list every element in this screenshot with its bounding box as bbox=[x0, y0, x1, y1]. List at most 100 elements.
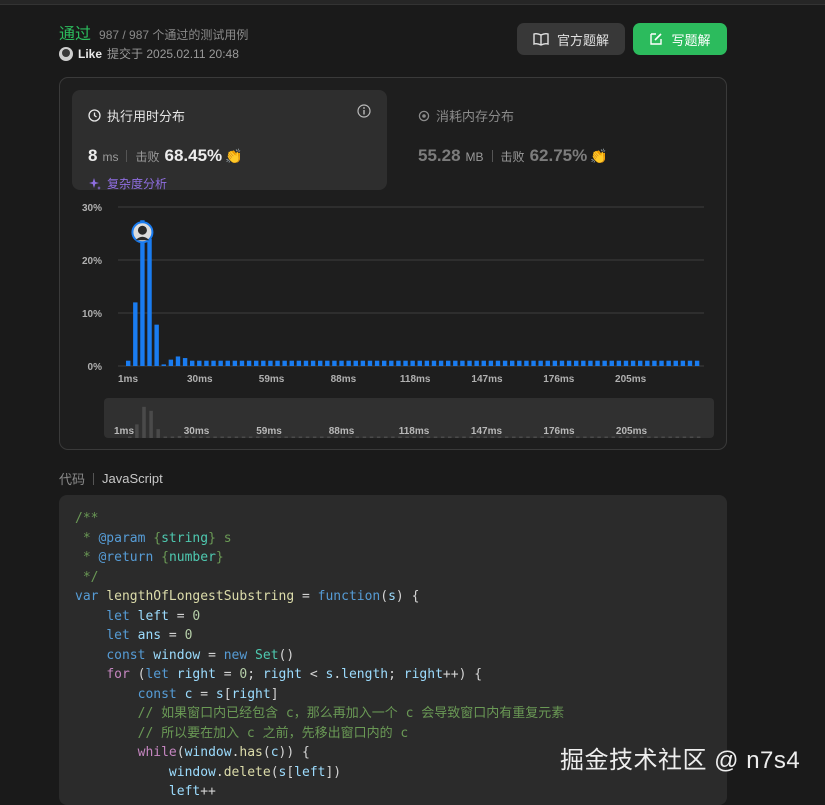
chart-bar bbox=[367, 360, 373, 366]
avatar[interactable] bbox=[59, 46, 73, 61]
chart-bar bbox=[481, 360, 486, 366]
overview-bar bbox=[391, 436, 395, 438]
language-label[interactable]: JavaScript bbox=[102, 471, 163, 486]
overview-tick-label: 147ms bbox=[471, 426, 503, 437]
memory-value: 55.28 bbox=[418, 146, 461, 165]
chart-bar bbox=[438, 360, 444, 366]
clap-icon: 👏 bbox=[225, 148, 243, 164]
tab-divider bbox=[93, 472, 95, 485]
overview-tick-label: 118ms bbox=[399, 426, 430, 437]
memory-beats-value: 62.75% bbox=[529, 146, 588, 165]
write-solution-label: 写题解 bbox=[671, 32, 711, 48]
runtime-title: 执行用时分布 bbox=[88, 106, 185, 125]
chart-bar bbox=[602, 360, 607, 366]
complexity-analysis-link[interactable]: 复杂度分析 bbox=[88, 175, 167, 192]
overview-bar bbox=[604, 436, 608, 438]
overview-bar bbox=[512, 436, 516, 438]
chart-bar bbox=[211, 360, 216, 366]
chart-bar bbox=[659, 360, 664, 366]
runtime-metric: 8 ms 击败 68.45% 👏 bbox=[88, 146, 243, 166]
overview-bar bbox=[312, 436, 317, 438]
overview-bar bbox=[149, 410, 153, 438]
testcase-count: 987 / 987 个通过的测试用例 bbox=[99, 28, 249, 42]
y-tick-label: 30% bbox=[82, 203, 102, 214]
overview-bar bbox=[455, 436, 459, 438]
runtime-card[interactable]: 执行用时分布 8 ms 击败 68.45% 👏 复杂度分析 bbox=[72, 90, 387, 192]
runtime-value: 8 bbox=[88, 146, 98, 165]
chart-bar bbox=[374, 360, 380, 366]
chart-bar bbox=[175, 356, 181, 366]
overview-bar bbox=[291, 436, 296, 438]
info-icon[interactable] bbox=[357, 104, 371, 118]
y-tick-label: 10% bbox=[82, 309, 102, 320]
chart-bar bbox=[694, 360, 700, 366]
username[interactable]: Like bbox=[78, 47, 102, 61]
chart-bar bbox=[346, 360, 351, 366]
overview-bar bbox=[384, 436, 388, 438]
overview-bar bbox=[519, 436, 523, 438]
chart-bar bbox=[687, 360, 693, 366]
chart-bar bbox=[310, 360, 316, 366]
chart-bar bbox=[495, 360, 501, 366]
overview-tick-label: 176ms bbox=[543, 426, 575, 437]
code-tab-header: 代码 JavaScript bbox=[59, 469, 163, 488]
chart-bar bbox=[296, 360, 302, 366]
chart-bar bbox=[488, 360, 494, 366]
book-icon bbox=[533, 32, 549, 46]
chart-bar bbox=[559, 360, 565, 366]
overview-bar bbox=[234, 436, 239, 438]
chart-bar bbox=[190, 360, 195, 366]
chart-bar bbox=[538, 360, 543, 366]
chart-bar bbox=[147, 238, 152, 366]
chart-bar bbox=[431, 360, 437, 366]
top-divider bbox=[0, 0, 825, 5]
y-tick-label: 0% bbox=[88, 362, 103, 373]
y-tick-label: 20% bbox=[82, 256, 102, 267]
runtime-distribution-chart[interactable]: 30% 20% 10% 0% 1ms 30ms 59ms 88ms 118ms 147ms 176m… bbox=[60, 200, 726, 450]
chart-bar bbox=[630, 360, 636, 366]
overview-bar bbox=[163, 436, 168, 438]
status-label[interactable]: 通过 bbox=[59, 20, 91, 44]
x-tick-label: 205ms bbox=[615, 374, 647, 385]
chart-bar bbox=[588, 360, 593, 366]
overview-bar bbox=[433, 436, 438, 438]
chart-bar bbox=[268, 360, 273, 366]
chart-bar bbox=[154, 324, 159, 366]
overview-tick-label: 1ms bbox=[114, 426, 134, 437]
overview-bar bbox=[668, 436, 672, 438]
memory-unit: MB bbox=[465, 150, 484, 164]
chart-bar bbox=[645, 360, 650, 366]
overview-bar bbox=[355, 436, 360, 438]
chart-bar bbox=[353, 360, 358, 366]
overview-bar bbox=[213, 436, 217, 438]
submission-meta: Like 提交于 2025.02.11 20:48 bbox=[59, 45, 239, 62]
write-solution-button[interactable]: 写题解 bbox=[633, 23, 727, 55]
chip-icon bbox=[418, 110, 430, 121]
official-solution-button[interactable]: 官方题解 bbox=[517, 23, 625, 55]
overview-bar bbox=[661, 436, 665, 438]
chart-bar bbox=[502, 360, 508, 366]
chart-bar bbox=[339, 360, 344, 366]
overview-bar bbox=[320, 436, 324, 438]
submission-status: 通过 987 / 987 个通过的测试用例 bbox=[59, 20, 248, 44]
overview-bar bbox=[170, 436, 175, 438]
overview-bar bbox=[142, 406, 146, 438]
chart-bar bbox=[261, 360, 266, 366]
overview-bar bbox=[369, 436, 374, 438]
chart-bar bbox=[574, 360, 579, 366]
metric-divider bbox=[126, 150, 128, 162]
user-marker-head bbox=[137, 225, 147, 235]
overview-bar bbox=[682, 436, 687, 438]
chart-bar bbox=[453, 360, 458, 366]
runtime-beats-value: 68.45% bbox=[164, 146, 223, 165]
overview-bar bbox=[448, 436, 452, 438]
runtime-title-text: 执行用时分布 bbox=[107, 109, 186, 124]
x-tick-label: 88ms bbox=[331, 374, 357, 385]
overview-bar bbox=[305, 436, 310, 438]
memory-card[interactable]: 消耗内存分布 55.28 MB 击败 62.75% 👏 bbox=[402, 90, 702, 190]
chart-bar bbox=[303, 360, 309, 366]
memory-title-text: 消耗内存分布 bbox=[436, 109, 515, 124]
overview-bar bbox=[440, 436, 445, 438]
chart-bar bbox=[595, 360, 600, 366]
sparkle-icon bbox=[89, 177, 101, 190]
